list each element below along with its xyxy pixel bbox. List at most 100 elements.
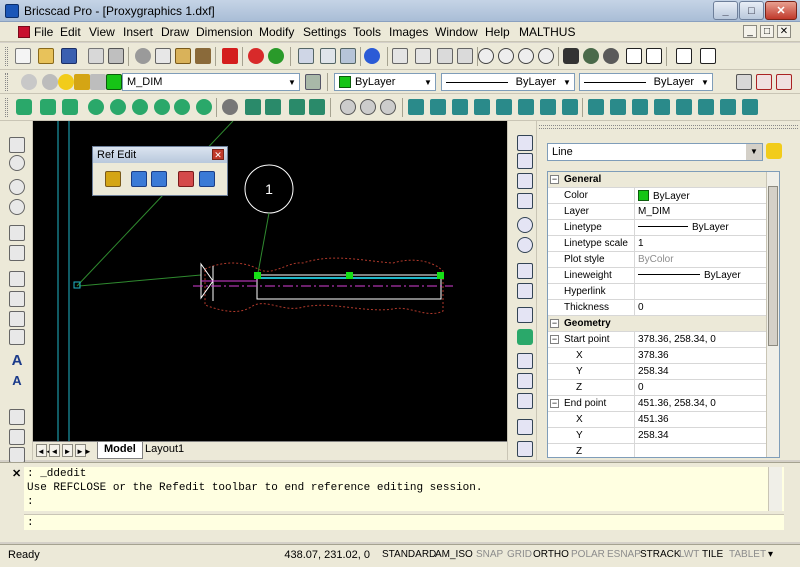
wedge-icon[interactable] bbox=[40, 99, 56, 115]
shade-icon[interactable] bbox=[603, 48, 619, 64]
menu-insert[interactable]: Insert bbox=[123, 25, 153, 39]
dome-icon[interactable] bbox=[154, 99, 170, 115]
property-row-thickness[interactable]: Thickness 0 bbox=[548, 300, 779, 316]
refedit-toolbar[interactable]: Ref Edit ✕ bbox=[92, 146, 228, 196]
realtime-zoom-icon[interactable] bbox=[415, 48, 431, 64]
help-icon[interactable] bbox=[364, 48, 380, 64]
pick-point-icon[interactable] bbox=[736, 74, 752, 90]
rotate-faces-icon[interactable] bbox=[496, 99, 512, 115]
zoom-out-icon[interactable] bbox=[498, 48, 514, 64]
sun-icon[interactable] bbox=[58, 74, 74, 90]
array3d-icon[interactable] bbox=[517, 329, 533, 345]
save-icon[interactable] bbox=[61, 48, 77, 64]
hatch-icon[interactable] bbox=[9, 329, 25, 345]
layer-manager-icon[interactable] bbox=[21, 74, 37, 90]
menu-window[interactable]: Window bbox=[435, 25, 478, 39]
stretch-icon[interactable] bbox=[517, 353, 533, 369]
property-row-linetype[interactable]: Linetype ByLayer bbox=[548, 220, 779, 236]
layer-state-icon[interactable] bbox=[42, 74, 58, 90]
zoom-previous-icon[interactable] bbox=[457, 48, 473, 64]
print-preview-icon[interactable] bbox=[88, 48, 104, 64]
polyline-draw-icon[interactable] bbox=[9, 245, 25, 261]
undo-icon[interactable] bbox=[248, 48, 264, 64]
move-icon[interactable] bbox=[517, 135, 533, 151]
quick-select-icon[interactable] bbox=[766, 143, 782, 159]
polygon-icon[interactable] bbox=[9, 311, 25, 327]
refclose-discard-icon[interactable] bbox=[178, 171, 194, 187]
color-edges-icon[interactable] bbox=[610, 99, 626, 115]
sphere-icon[interactable] bbox=[88, 99, 104, 115]
bricscad-app-icon[interactable] bbox=[5, 4, 19, 18]
property-row-start-z[interactable]: Z 0 bbox=[548, 380, 779, 396]
model-space-icon[interactable] bbox=[626, 48, 642, 64]
status-snap[interactable]: SNAP bbox=[474, 548, 505, 564]
collapse-toggle-icon[interactable]: − bbox=[550, 175, 559, 184]
menu-file[interactable]: File bbox=[34, 25, 53, 39]
taper-faces-icon[interactable] bbox=[518, 99, 534, 115]
cut-icon[interactable] bbox=[135, 48, 151, 64]
tab-first-button[interactable]: ◄◄ bbox=[36, 444, 53, 457]
lineweight-dropdown[interactable]: ByLayer ▼ bbox=[579, 73, 713, 91]
command-input[interactable]: : bbox=[24, 514, 784, 530]
lock-icon[interactable] bbox=[74, 74, 90, 90]
properties-icon[interactable] bbox=[320, 48, 336, 64]
category-geometry[interactable]: − Geometry bbox=[548, 316, 779, 332]
cone-icon[interactable] bbox=[62, 99, 78, 115]
copy-faces-icon[interactable] bbox=[540, 99, 556, 115]
print-icon[interactable] bbox=[108, 48, 124, 64]
tab-layout1[interactable]: Layout1 bbox=[139, 442, 190, 459]
trim-icon[interactable] bbox=[517, 393, 533, 409]
menu-view[interactable]: View bbox=[89, 25, 115, 39]
delete-icon[interactable] bbox=[222, 48, 238, 64]
line-icon[interactable] bbox=[9, 137, 25, 153]
clean-icon[interactable] bbox=[654, 99, 670, 115]
minimize-button[interactable]: _ bbox=[713, 1, 738, 20]
start-grip[interactable] bbox=[254, 272, 261, 279]
refclose-save-icon[interactable] bbox=[199, 171, 215, 187]
refedit-icon[interactable] bbox=[105, 171, 121, 187]
render-icon[interactable] bbox=[563, 48, 579, 64]
move-faces-icon[interactable] bbox=[430, 99, 446, 115]
subtract-icon[interactable] bbox=[289, 99, 305, 115]
mirror3d-icon[interactable] bbox=[517, 283, 533, 299]
status-grid[interactable]: GRID bbox=[505, 548, 534, 564]
extrude-faces-icon[interactable] bbox=[408, 99, 424, 115]
cylinder-icon[interactable] bbox=[110, 99, 126, 115]
status-ortho[interactable]: ORTHO bbox=[531, 548, 571, 564]
zoom-in-icon[interactable] bbox=[478, 48, 494, 64]
redo-icon[interactable] bbox=[268, 48, 284, 64]
end-grip[interactable] bbox=[437, 272, 444, 279]
offset-faces-icon[interactable] bbox=[452, 99, 468, 115]
dish-icon[interactable] bbox=[174, 99, 190, 115]
insert-block-icon[interactable] bbox=[9, 429, 25, 445]
maximize-button[interactable]: □ bbox=[739, 1, 764, 20]
separate-icon[interactable] bbox=[676, 99, 692, 115]
zoom-extents-icon[interactable] bbox=[518, 48, 534, 64]
status-menu-arrow[interactable]: ▾ bbox=[766, 548, 775, 564]
close-window-button[interactable]: ✕ bbox=[765, 1, 797, 20]
menu-modify[interactable]: Modify bbox=[259, 25, 294, 39]
shell-icon[interactable] bbox=[698, 99, 714, 115]
selection-dropdown[interactable]: Line ▼ bbox=[547, 143, 763, 161]
polyline-icon[interactable] bbox=[756, 74, 772, 90]
match-properties-icon[interactable] bbox=[195, 48, 211, 64]
zoom-all-icon[interactable] bbox=[538, 48, 554, 64]
property-row-linetype-scale[interactable]: Linetype scale 1 bbox=[548, 236, 779, 252]
doc-close-button[interactable]: ✕ bbox=[777, 25, 791, 38]
status-polar[interactable]: POLAR bbox=[569, 548, 607, 564]
menu-edit[interactable]: Edit bbox=[60, 25, 81, 39]
make-current-icon[interactable] bbox=[305, 74, 321, 90]
text-icon[interactable]: A bbox=[9, 353, 25, 369]
check-icon[interactable] bbox=[720, 99, 736, 115]
status-dim-style[interactable]: AM_ISO bbox=[433, 548, 475, 564]
property-row-start-y[interactable]: Y 258.34 bbox=[548, 364, 779, 380]
toolbar-grip[interactable] bbox=[5, 47, 8, 66]
zoom-window-icon[interactable] bbox=[437, 48, 453, 64]
property-row-color[interactable]: Color ByLayer bbox=[548, 188, 779, 204]
command-scrollbar[interactable] bbox=[768, 467, 782, 511]
property-row-end-z[interactable]: Z bbox=[548, 444, 779, 457]
linetype-dropdown[interactable]: ByLayer ▼ bbox=[441, 73, 575, 91]
status-tile[interactable]: TILE bbox=[700, 548, 725, 564]
tab-next-button[interactable]: ► bbox=[62, 444, 73, 457]
status-lwt[interactable]: LWT bbox=[677, 548, 701, 564]
